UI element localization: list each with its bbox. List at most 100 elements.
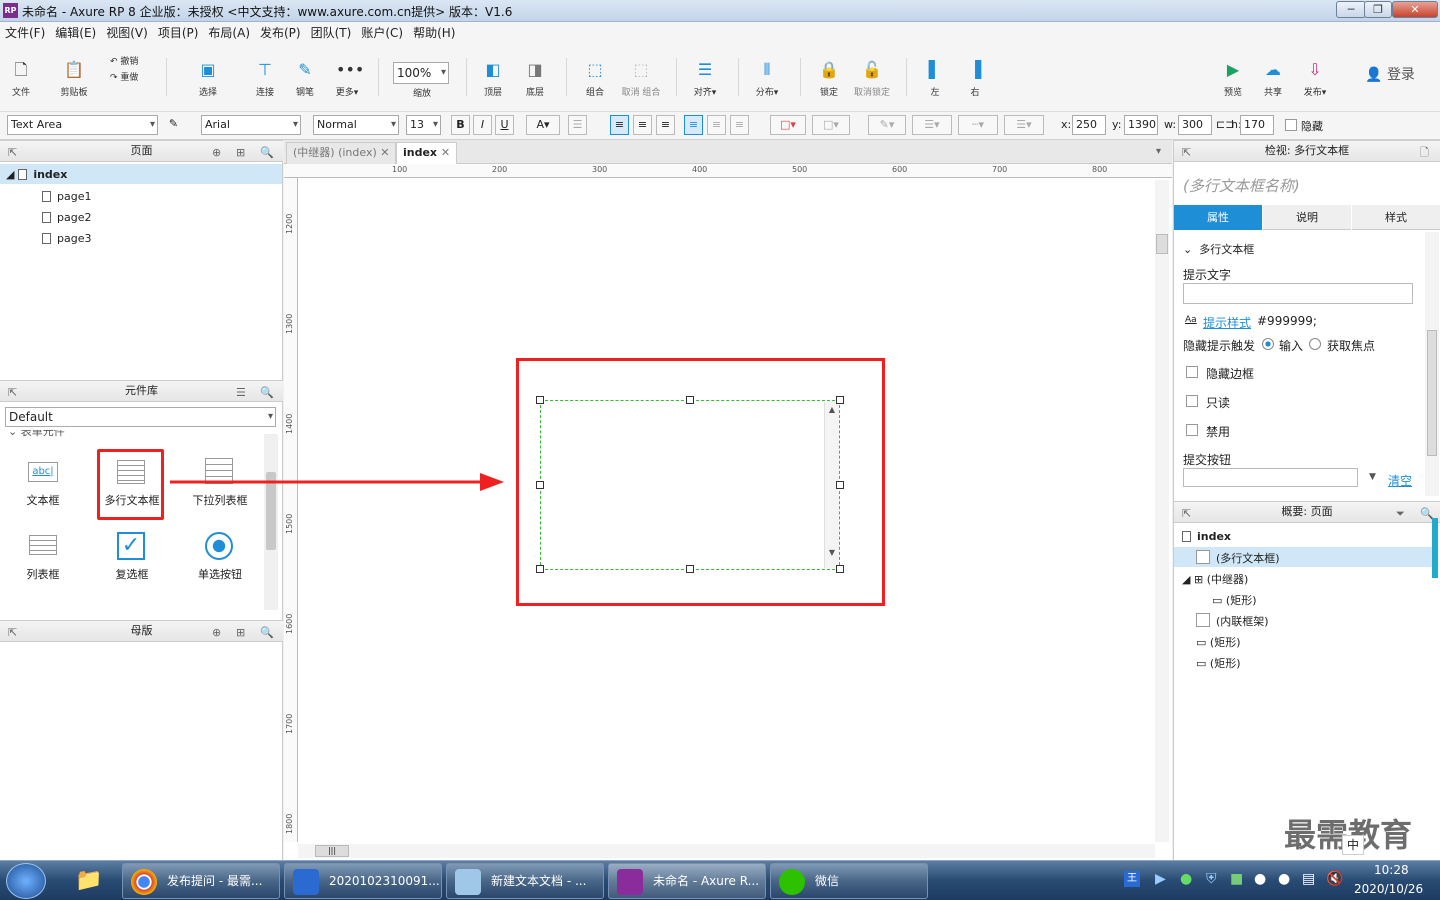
pin-icon[interactable]: ⇱ — [8, 143, 17, 163]
widget-name-input[interactable]: (多行文本框名称) — [1183, 175, 1300, 196]
outline-item-rect-1[interactable]: ▭ (矩形) — [1212, 592, 1257, 608]
align-button[interactable]: ☰ 对齐▾ — [688, 58, 722, 98]
align-left-button[interactable]: ≡ — [610, 115, 629, 135]
close-tab-icon[interactable]: ✕ — [380, 146, 389, 159]
unlock-button[interactable]: 🔓 取消锁定 — [850, 58, 894, 98]
outline-item-textarea[interactable]: (多行文本框) — [1196, 550, 1280, 566]
canvas-horizontal-scrollbar[interactable] — [298, 844, 1155, 858]
italic-button[interactable]: I — [473, 115, 492, 135]
search-icon[interactable]: 🔍 — [260, 623, 274, 643]
ime-indicator[interactable]: 中 — [1342, 835, 1364, 855]
outline-item-repeater[interactable]: ◢ ⊞ (中继器) — [1182, 571, 1248, 587]
menu-project[interactable]: 项目(P) — [153, 22, 204, 44]
bold-button[interactable]: B — [451, 115, 470, 135]
page-item-page2[interactable]: page2 — [42, 211, 91, 224]
login-button[interactable]: 👤 登录 — [1360, 64, 1420, 84]
font-style-select[interactable]: Normal — [313, 115, 399, 135]
library-select[interactable]: Default — [5, 407, 276, 427]
resize-handle[interactable] — [836, 396, 844, 404]
close-button[interactable]: ✕ — [1392, 1, 1438, 18]
zoom-select[interactable]: 100% — [393, 62, 449, 84]
tray-qq-icon[interactable]: ● — [1254, 871, 1266, 887]
resize-handle[interactable] — [536, 396, 544, 404]
widget-listbox-label[interactable]: 列表框 — [15, 566, 71, 582]
ungroup-button[interactable]: ⬚ 取消 组合 — [618, 58, 664, 98]
add-folder-icon[interactable]: ⊞ — [236, 623, 245, 643]
resize-handle[interactable] — [836, 565, 844, 573]
line-width-button[interactable]: ☰▾ — [912, 115, 952, 135]
text-color-button[interactable]: A▾ — [526, 115, 560, 135]
radio-focus[interactable] — [1309, 338, 1321, 350]
h-input[interactable]: 170 — [1240, 115, 1274, 135]
fill-color-button[interactable]: □▾ — [770, 115, 806, 135]
tab-style[interactable]: 样式 — [1352, 205, 1440, 230]
connect-button[interactable]: ⊤ 连接 — [250, 58, 280, 98]
minimize-button[interactable]: ─ — [1336, 1, 1366, 18]
pin-icon[interactable]: ⇱ — [1182, 143, 1191, 163]
hint-text-input[interactable] — [1183, 283, 1413, 304]
menu-edit[interactable]: 编辑(E) — [50, 22, 101, 44]
page-item-page3[interactable]: page3 — [42, 232, 91, 245]
pin-icon[interactable]: ⇱ — [1182, 504, 1191, 524]
align-right-button[interactable]: ≡ — [656, 115, 675, 135]
close-tab-icon[interactable]: ✕ — [441, 146, 450, 159]
taskbar-word[interactable]: 2020102310091... — [284, 863, 442, 899]
group-button[interactable]: ⬚ 组合 — [578, 58, 612, 98]
x-input[interactable]: 250 — [1072, 115, 1106, 135]
font-family-select[interactable]: Arial — [201, 115, 301, 135]
library-group-label[interactable]: ⌄ 表单元件 — [8, 430, 248, 438]
menu-team[interactable]: 团队(T) — [306, 22, 357, 44]
resize-handle[interactable] — [686, 396, 694, 404]
submit-button-select[interactable] — [1183, 468, 1358, 487]
pin-icon[interactable]: ⇱ — [8, 623, 17, 643]
lock-button[interactable]: 🔒 锁定 — [812, 58, 846, 98]
resize-handle[interactable] — [686, 565, 694, 573]
pin-icon[interactable]: ⇱ — [8, 383, 17, 403]
taskbar-wechat[interactable]: 微信 — [770, 863, 928, 899]
search-icon[interactable]: 🔍 — [260, 143, 274, 163]
radio-input[interactable] — [1262, 338, 1274, 350]
menu-help[interactable]: 帮助(H) — [408, 22, 460, 44]
canvas-horizontal-scrollbar-thumb[interactable]: ||| — [315, 845, 349, 857]
canvas-vertical-scrollbar[interactable] — [1155, 180, 1169, 842]
tab-list-dropdown-icon[interactable]: ▾ — [1156, 146, 1161, 157]
outline-scrollbar-thumb[interactable] — [1432, 518, 1438, 578]
select-button[interactable]: ▣ 选择 — [180, 58, 236, 98]
font-size-select[interactable]: 13 — [406, 115, 441, 135]
tray-player-icon[interactable]: ▶ — [1155, 871, 1166, 887]
submit-dropdown-icon[interactable]: ▼ — [1369, 472, 1376, 482]
tray-network-icon[interactable]: ▤ — [1302, 871, 1315, 887]
inspector-scrollbar-thumb[interactable] — [1427, 330, 1437, 456]
send-bottom-button[interactable]: ◨ 底层 — [518, 58, 552, 98]
bullet-list-button[interactable]: ☰ — [568, 115, 587, 135]
taskbar-axure[interactable]: 未命名 - Axure R... — [608, 863, 766, 899]
file-explorer-icon[interactable]: 📁 — [64, 864, 114, 898]
preview-button[interactable]: ▶ 预览 — [1218, 58, 1248, 98]
page-item-page1[interactable]: page1 — [42, 190, 91, 203]
maximize-button[interactable]: ❐ — [1364, 1, 1392, 18]
tab-index[interactable]: index ✕ — [396, 142, 458, 165]
tray-wechat-icon[interactable]: ● — [1180, 871, 1192, 887]
section-toggle[interactable]: ⌄ 多行文本框 — [1183, 241, 1254, 257]
hint-style-link[interactable]: 提示样式 — [1203, 314, 1251, 331]
outline-item-rect-2[interactable]: ▭ (矩形) — [1196, 634, 1241, 650]
line-style-button[interactable]: ┄▾ — [958, 115, 998, 135]
more-button[interactable]: ••• 更多▾ — [330, 58, 365, 98]
add-master-icon[interactable]: ⊕ — [212, 623, 221, 643]
share-button[interactable]: ☁ 共享 — [1258, 58, 1288, 98]
resize-handle[interactable] — [836, 481, 844, 489]
menu-publish[interactable]: 发布(P) — [255, 22, 306, 44]
menu-icon[interactable]: ☰ — [236, 383, 246, 403]
clear-link[interactable]: 清空 — [1388, 472, 1412, 489]
file-button[interactable]: 🗋 文件 — [6, 58, 36, 98]
scroll-up-icon[interactable]: ▲ — [825, 405, 839, 414]
disabled-checkbox[interactable] — [1186, 424, 1198, 436]
w-input[interactable]: 300 — [1178, 115, 1212, 135]
align-center-button[interactable]: ≡ — [633, 115, 652, 135]
filter-icon[interactable]: ⏷ — [1396, 504, 1405, 524]
widget-dropdown-label[interactable]: 下拉列表框 — [190, 492, 250, 508]
widget-checkbox-label[interactable]: 复选框 — [101, 566, 163, 582]
y-input[interactable]: 1390 — [1124, 115, 1158, 135]
tab-properties[interactable]: 属性 — [1174, 205, 1262, 230]
tray-qq-icon[interactable]: ● — [1278, 871, 1290, 887]
